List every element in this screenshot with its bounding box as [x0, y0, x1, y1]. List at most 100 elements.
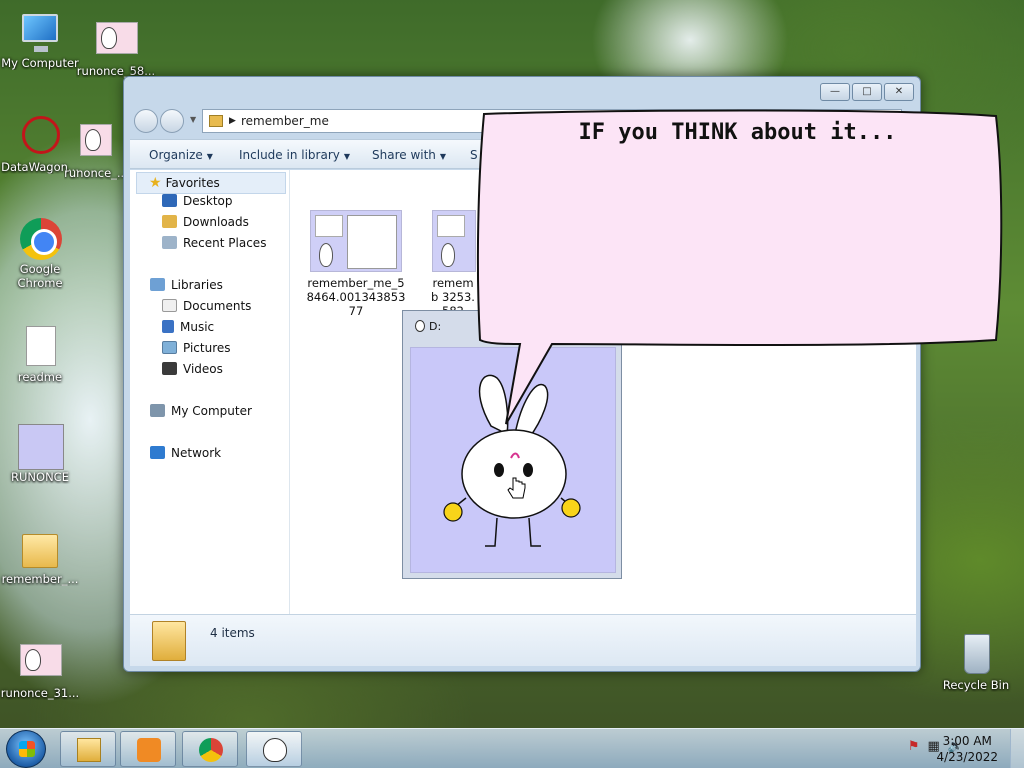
- taskbar-chrome-button[interactable]: [182, 731, 238, 767]
- desktop-icon-runonce-31[interactable]: runonce_31...: [0, 640, 80, 700]
- desktop-icon-label: runonce_...: [64, 166, 128, 180]
- history-dropdown-icon[interactable]: ▼: [190, 115, 196, 124]
- clock-date: 4/23/2022: [936, 750, 998, 764]
- popup-title: D:: [429, 320, 442, 333]
- taskbar-bunny-app-button[interactable]: [246, 731, 302, 767]
- pictures-icon: [162, 341, 177, 354]
- nav-network[interactable]: Network: [150, 446, 221, 460]
- nav-my-computer[interactable]: My Computer: [150, 404, 252, 418]
- desktop-icon-label: runonce_31...: [0, 686, 80, 700]
- include-label: Include in library: [239, 148, 340, 162]
- share-with-button[interactable]: Share with ▼: [372, 148, 446, 162]
- window-controls: — □ ✕: [820, 83, 914, 101]
- nav-label: Pictures: [183, 341, 231, 355]
- desktop-icon-readme[interactable]: readme: [0, 324, 80, 384]
- folder-icon: [16, 526, 64, 570]
- nav-favorites[interactable]: ★ Favorites: [136, 172, 286, 194]
- media-player-icon: [137, 738, 161, 762]
- nav-pictures[interactable]: Pictures: [162, 341, 231, 355]
- chrome-icon: [199, 738, 223, 762]
- nav-label: Documents: [183, 299, 252, 313]
- nav-label: Desktop: [183, 194, 233, 208]
- close-button[interactable]: ✕: [884, 83, 914, 101]
- chevron-right-icon[interactable]: ▶: [229, 110, 236, 132]
- nav-videos[interactable]: Videos: [162, 362, 223, 376]
- show-desktop-button[interactable]: [1010, 729, 1024, 768]
- popup-title-bar: D:: [415, 320, 441, 333]
- nav-downloads[interactable]: Downloads: [162, 215, 249, 229]
- include-in-library-button[interactable]: Include in library ▼: [239, 148, 350, 162]
- network-icon: [150, 446, 165, 459]
- desktop-icon: [162, 194, 177, 207]
- share-label: Share with: [372, 148, 436, 162]
- recent-places-icon: [162, 236, 177, 249]
- videos-icon: [162, 362, 177, 375]
- forward-button[interactable]: [160, 109, 184, 133]
- shortcut-star-icon: [16, 114, 64, 158]
- nav-label: Music: [180, 320, 215, 334]
- image-file-icon: [16, 640, 64, 684]
- star-icon: ★: [149, 175, 162, 191]
- speech-bubble: [476, 109, 1003, 425]
- documents-icon: [162, 299, 177, 312]
- desktop-icon-remember-folder[interactable]: remember_...: [0, 526, 80, 586]
- taskbar-media-player-button[interactable]: [120, 731, 176, 767]
- desktop-icon-google-chrome[interactable]: Google Chrome: [0, 216, 80, 290]
- item-count: 4 items: [210, 626, 255, 640]
- nav-label: Libraries: [171, 278, 223, 292]
- chrome-icon: [16, 216, 64, 260]
- nav-label: Downloads: [183, 215, 249, 229]
- caret-down-icon: ▼: [439, 152, 447, 161]
- start-button[interactable]: [6, 730, 46, 768]
- folder-icon: [152, 621, 186, 661]
- action-center-flag-icon[interactable]: ⚑: [908, 739, 920, 754]
- taskbar: ⚑ ▦ 🔈 3:00 AM 4/23/2022: [0, 728, 1024, 768]
- nav-label: Favorites: [165, 176, 220, 190]
- desktop-icon-my-computer[interactable]: My Computer: [0, 10, 80, 70]
- taskbar-explorer-button[interactable]: [60, 731, 116, 767]
- speech-bubble-text: IF you THINK about it...: [578, 120, 897, 145]
- desktop-icon-label: RUNONCE: [11, 470, 69, 484]
- folder-icon: [77, 738, 101, 762]
- nav-music[interactable]: Music: [162, 320, 214, 334]
- nav-documents[interactable]: Documents: [162, 299, 251, 313]
- desktop-icon-label: My Computer: [1, 56, 79, 70]
- minimize-button[interactable]: —: [820, 83, 850, 101]
- back-button[interactable]: [134, 109, 158, 133]
- file-name[interactable]: remember_me_58464.00134385377: [306, 276, 406, 318]
- caret-down-icon: ▼: [343, 152, 351, 161]
- music-icon: [162, 320, 174, 333]
- desktop-icon-runonce[interactable]: runonce_...: [64, 120, 128, 180]
- status-bar: 4 items: [130, 614, 916, 666]
- navigation-pane: ★ Favorites Desktop Downloads Recent Plac…: [130, 170, 290, 614]
- nav-libraries[interactable]: Libraries: [150, 278, 223, 292]
- desktop-icon-runonce-58[interactable]: runonce_58...: [76, 18, 156, 78]
- image-file-icon: [76, 120, 116, 164]
- image-file-icon: [92, 18, 140, 62]
- bunny-icon: [16, 424, 64, 470]
- file-thumbnail[interactable]: [310, 210, 402, 272]
- caret-down-icon: ▼: [206, 152, 213, 161]
- organize-button[interactable]: Organize ▼: [149, 148, 213, 162]
- desktop-icon-runonce-app[interactable]: RUNONCE: [0, 424, 80, 484]
- nav-recent-places[interactable]: Recent Places: [162, 236, 266, 250]
- file-thumbnail[interactable]: [432, 210, 476, 272]
- nav-label: My Computer: [171, 404, 252, 418]
- organize-label: Organize: [149, 148, 203, 162]
- folder-icon: [209, 115, 223, 127]
- clock[interactable]: 3:00 AM 4/23/2022: [936, 733, 998, 765]
- address-path: remember_me: [241, 114, 329, 128]
- bunny-icon: [263, 738, 287, 762]
- bunny-app-icon: [415, 320, 425, 332]
- desktop-icon-label: Google Chrome: [17, 262, 63, 290]
- desktop-icon-label: remember_...: [1, 572, 79, 586]
- computer-icon: [150, 404, 165, 417]
- desktop-icon-recycle-bin[interactable]: Recycle Bin: [936, 632, 1016, 692]
- text-file-icon: [16, 324, 64, 368]
- nav-label: Videos: [183, 362, 223, 376]
- downloads-icon: [162, 215, 177, 228]
- nav-desktop[interactable]: Desktop: [162, 194, 233, 208]
- maximize-button[interactable]: □: [852, 83, 882, 101]
- nav-label: Recent Places: [183, 236, 267, 250]
- nav-label: Network: [171, 446, 222, 460]
